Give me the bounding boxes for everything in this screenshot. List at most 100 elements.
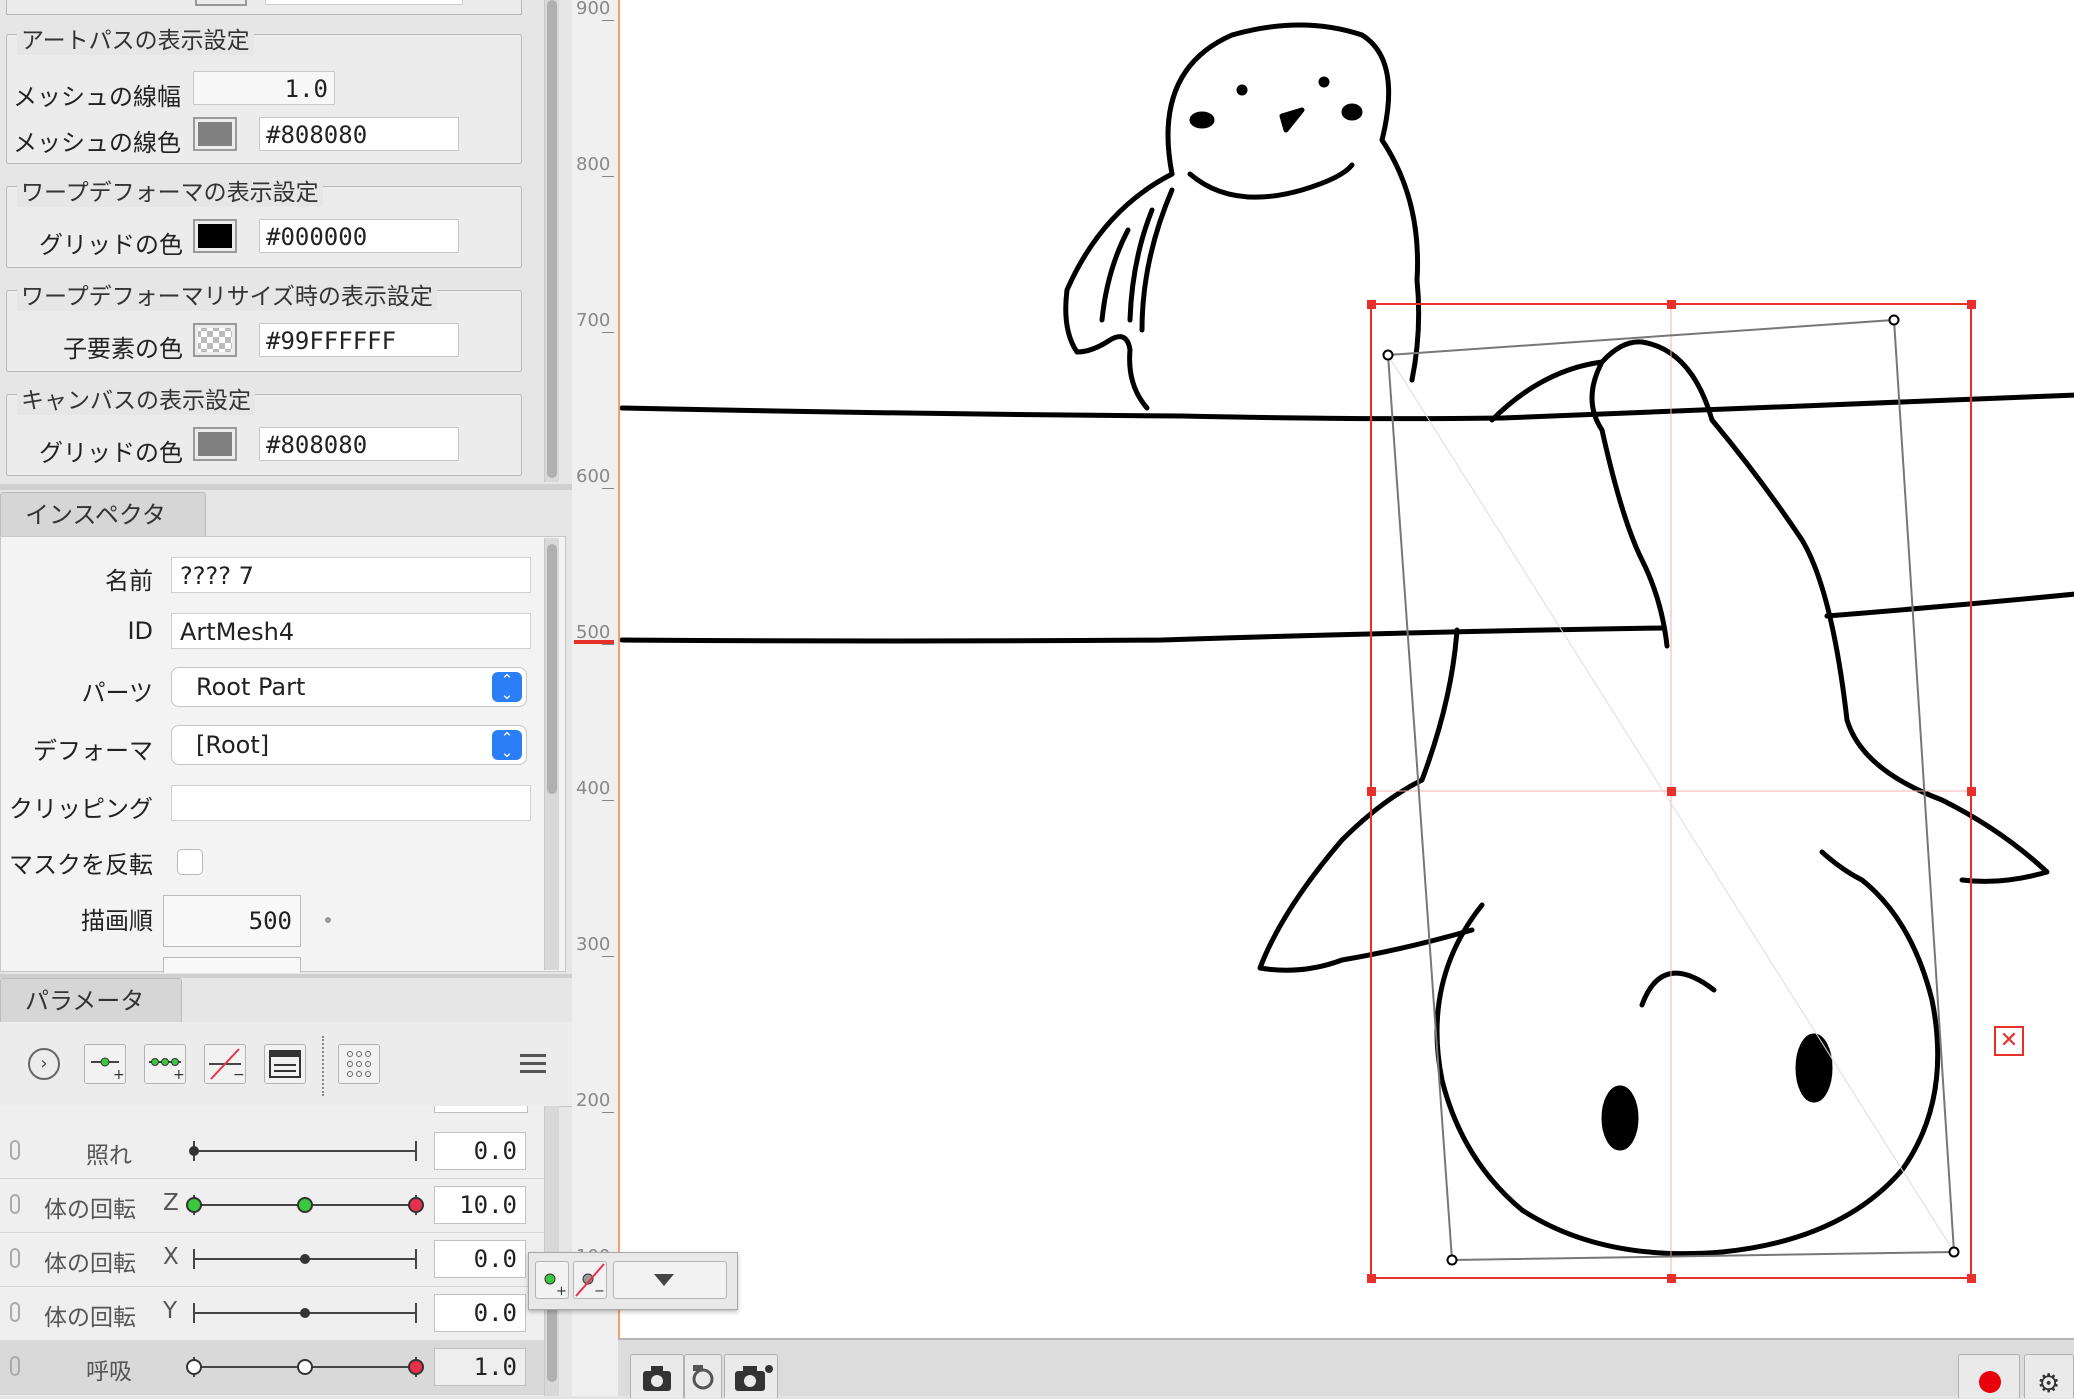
deformer-select[interactable]: [Root] ⌃ ⌄ xyxy=(171,725,527,765)
slider-end-tick xyxy=(193,1249,195,1269)
slider-end-tick xyxy=(415,1249,417,1269)
svg-text:−: − xyxy=(233,1067,245,1083)
parameter-value-field[interactable]: 1.0 xyxy=(434,1348,526,1386)
ruler-tick-line xyxy=(602,332,614,333)
parameter-row[interactable]: 照れ 0.0 xyxy=(0,1124,544,1179)
draw-order-dot-icon xyxy=(325,917,331,923)
parameter-value-field[interactable]: 10.0 xyxy=(434,1186,526,1224)
parameter-name: 体の回転 xyxy=(44,1305,136,1331)
canvas-grid-color-field[interactable]: #808080 xyxy=(259,427,459,461)
warp-resize-settings-group: ワープデフォーマリサイズ時の表示設定 子要素の色 #99FFFFFF xyxy=(6,277,522,372)
mesh-width-field[interactable]: 1.0 xyxy=(193,71,335,105)
ruler-tick-label: 300 xyxy=(576,934,611,955)
parameter-row[interactable]: 体の回転 Z 10.0 xyxy=(0,1178,544,1233)
camera-reset-icon xyxy=(692,1365,714,1390)
link-icon[interactable] xyxy=(10,1140,20,1160)
add-key-button[interactable]: + xyxy=(84,1044,126,1084)
settings-button[interactable]: ⚙ xyxy=(2024,1354,2074,1399)
parameter-value-field[interactable]: 0.0 xyxy=(434,1132,526,1170)
parameter-value-field[interactable]: 0.0 xyxy=(434,1294,526,1332)
popup-delete-key-button[interactable]: − xyxy=(573,1261,607,1299)
popup-dropdown-button[interactable] xyxy=(613,1261,727,1299)
parameter-row[interactable]: 呼吸 1.0 xyxy=(0,1340,544,1395)
parameter-window-button[interactable] xyxy=(264,1044,306,1084)
name-field[interactable]: ???? 7 xyxy=(171,557,531,593)
parameter-scrollbar[interactable] xyxy=(544,1106,559,1396)
menu-icon[interactable] xyxy=(520,1052,546,1074)
popup-add-key-button[interactable]: + xyxy=(535,1261,569,1299)
cut-off-value xyxy=(434,1106,528,1113)
inspector-scrollbar[interactable] xyxy=(544,538,559,970)
key-popup: + − xyxy=(528,1252,738,1310)
link-icon[interactable] xyxy=(10,1356,20,1376)
parameter-slider-track[interactable] xyxy=(194,1150,416,1152)
parameter-axis: Z xyxy=(163,1190,179,1216)
parameter-axis: Y xyxy=(163,1298,178,1324)
record-button[interactable] xyxy=(1958,1354,2020,1398)
svg-text:+: + xyxy=(556,1284,567,1298)
camera-settings-icon xyxy=(735,1365,773,1391)
settings-scrollbar[interactable] xyxy=(544,0,559,482)
camera-settings-button[interactable] xyxy=(724,1354,778,1398)
ruler-tick-line xyxy=(602,800,614,801)
delete-key-icon: − xyxy=(575,1263,605,1299)
warp-settings-group: ワープデフォーマの表示設定 グリッドの色 #000000 xyxy=(6,173,522,268)
clipping-field[interactable] xyxy=(171,785,531,821)
warp-grid-color-swatch[interactable] xyxy=(193,219,237,253)
camera-reset-button[interactable] xyxy=(684,1354,722,1398)
parameter-row[interactable]: 体の回転 X 0.0 xyxy=(0,1232,544,1287)
panel-divider[interactable] xyxy=(0,484,572,490)
child-color-swatch[interactable] xyxy=(193,323,237,357)
mesh-color-swatch[interactable] xyxy=(193,117,237,151)
expand-arrow-icon[interactable]: › xyxy=(28,1048,60,1080)
parameter-axis: X xyxy=(163,1244,179,1270)
cut-off-group xyxy=(6,0,522,15)
link-icon[interactable] xyxy=(10,1302,20,1322)
link-icon[interactable] xyxy=(10,1194,20,1214)
parameter-window-icon xyxy=(269,1050,301,1078)
vertical-ruler: 900800700600500400300200100 xyxy=(572,0,619,1396)
add-three-keys-button[interactable]: + xyxy=(144,1044,186,1084)
parameter-key-point[interactable] xyxy=(297,1359,313,1375)
close-x-icon[interactable]: ✕ xyxy=(1994,1026,2024,1056)
warp-grid-color-field[interactable]: #000000 xyxy=(259,219,459,253)
parameter-key-point[interactable] xyxy=(408,1359,424,1375)
canvas-grid-color-swatch[interactable] xyxy=(193,427,237,461)
draw-order-label: 描画順 xyxy=(81,907,153,935)
ruler-tick-label: 400 xyxy=(576,778,611,799)
canvas-grid-color-label: グリッドの色 xyxy=(39,439,183,467)
ruler-tick-line xyxy=(602,644,614,645)
parameter-key-point[interactable] xyxy=(186,1197,202,1213)
camera-button[interactable] xyxy=(630,1354,684,1398)
settings-scrollbar-thumb[interactable] xyxy=(547,0,557,478)
inspector-scrollbar-thumb[interactable] xyxy=(547,544,557,794)
parameter-value-field[interactable]: 0.0 xyxy=(434,1240,526,1278)
id-field[interactable]: ArtMesh4 xyxy=(171,613,531,649)
parameter-row[interactable]: 体の回転 Y 0.0 xyxy=(0,1286,544,1341)
left-panel: アートパスの表示設定 メッシュの線幅 1.0 メッシュの線色 #808080 ワ… xyxy=(0,0,572,1396)
canvas-settings-title: キャンバスの表示設定 xyxy=(17,381,255,415)
link-icon[interactable] xyxy=(10,1248,20,1268)
invert-mask-checkbox[interactable] xyxy=(177,849,203,875)
tab-inspector[interactable]: インスペクタ xyxy=(0,492,206,537)
tab-parameters[interactable]: パラメータ xyxy=(0,978,182,1023)
parameter-key-point[interactable] xyxy=(408,1197,424,1213)
draw-order-field[interactable]: 500 xyxy=(163,895,301,947)
deformer-select-value: [Root] xyxy=(196,731,270,759)
parameter-slider-handle[interactable] xyxy=(300,1308,310,1318)
parameter-key-point[interactable] xyxy=(297,1197,313,1213)
upper-rail xyxy=(620,392,2074,422)
parameter-slider-handle[interactable] xyxy=(300,1254,310,1264)
ruler-position-marker xyxy=(574,640,614,644)
mesh-color-field[interactable]: #808080 xyxy=(259,117,459,151)
parameter-key-point[interactable] xyxy=(186,1359,202,1375)
parameter-slider-handle[interactable] xyxy=(189,1146,199,1156)
child-color-field[interactable]: #99FFFFFF xyxy=(259,323,459,357)
parts-select[interactable]: Root Part ⌃ ⌄ xyxy=(171,667,527,707)
parameter-scrollbar-thumb[interactable] xyxy=(547,1306,557,1382)
key-grid-button[interactable] xyxy=(338,1044,380,1084)
slider-end-tick xyxy=(415,1141,417,1161)
canvas[interactable]: ✕ xyxy=(618,0,2074,1338)
slider-end-tick xyxy=(415,1303,417,1323)
delete-key-button[interactable]: − xyxy=(204,1044,246,1084)
